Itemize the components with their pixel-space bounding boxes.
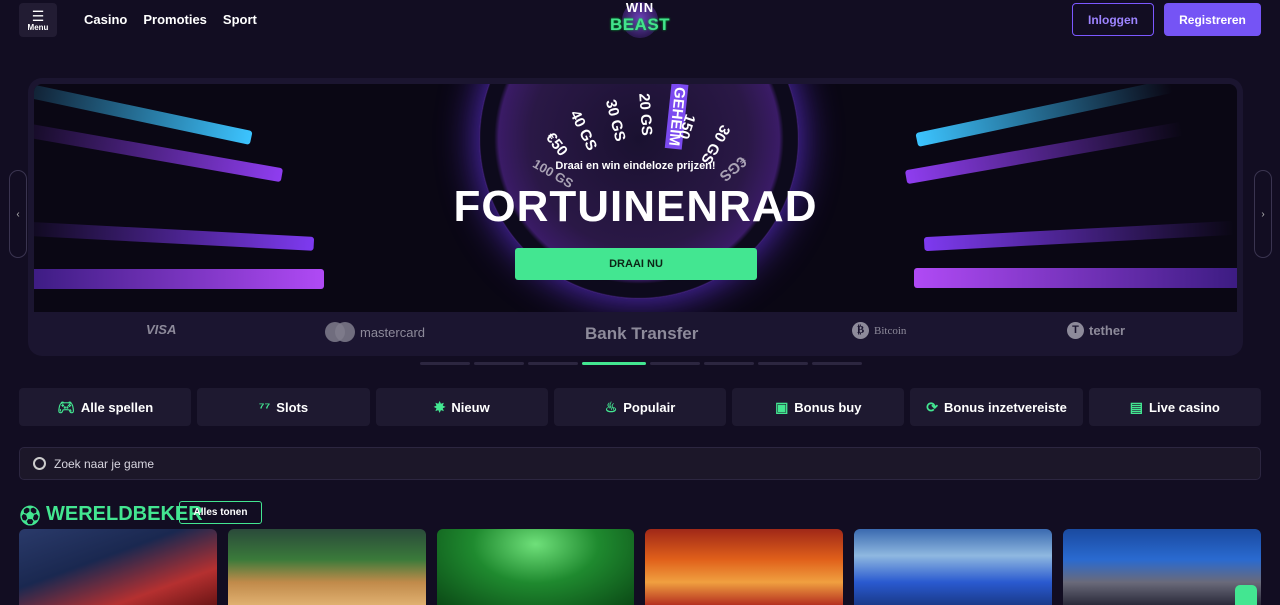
neon-stripe [34,269,324,289]
flame-icon: ♨ [604,398,618,415]
search-input[interactable] [54,456,454,471]
category-popular[interactable]: ♨ Populair [553,388,727,426]
chevron-left-icon: ‹ [16,208,20,220]
hamburger-icon: ☰ [31,7,45,24]
game-tile[interactable] [436,529,635,605]
carousel-dot[interactable] [528,362,578,365]
category-label: Slots [276,399,309,415]
carousel-dot[interactable] [474,362,524,365]
banner-subtitle: Draai en win eindeloze prijzen! [555,160,716,172]
game-tile[interactable] [645,529,844,605]
live-icon: ▤ [1129,398,1144,415]
neon-stripe [914,268,1237,288]
payment-mastercard: mastercard [325,322,425,342]
category-label: Live casino [1149,399,1220,415]
game-tile[interactable] [19,529,217,605]
visa-label: VISA [146,322,177,337]
bank-transfer-label: Bank Transfer [585,324,699,343]
category-bonus-wagering[interactable]: ⟳ Bonus inzetvereiste [910,388,1083,426]
payment-bank-transfer: Bank Transfer [585,324,698,344]
soccer-ball-icon: ⚽︎ [20,506,40,528]
game-tile[interactable] [1063,529,1261,605]
tether-label: tether [1089,323,1126,338]
logo-text-beast: BEAST [609,15,671,34]
carousel-indicators [420,362,862,366]
hero-banner: €50 40 GS 30 GS 20 GS GEHEIM 150 30 GS €… [28,78,1243,356]
chat-support-button[interactable] [1235,585,1257,605]
main-nav: Casino Promoties Sport [84,12,257,27]
wheel-segment: 20 GS [635,92,656,137]
game-grid [19,529,1261,605]
category-label: Bonus inzetvereiste [944,399,1067,415]
nav-sport[interactable]: Sport [223,12,257,27]
gift-icon: ▣ [775,398,789,415]
carousel-dot[interactable] [812,362,862,365]
banner-image[interactable]: €50 40 GS 30 GS 20 GS GEHEIM 150 30 GS €… [34,84,1237,312]
category-label: Nieuw [451,399,490,415]
bitcoin-label: Bitcoin [874,324,907,337]
bitcoin-icon: ₿ [852,322,869,339]
carousel-dot[interactable] [420,362,470,365]
banner-title: FORTUINENRAD [453,182,818,231]
carousel-dot-active[interactable] [582,362,646,365]
category-bonus-buy[interactable]: ▣ Bonus buy [732,388,905,426]
menu-button[interactable]: ☰ Menu [19,3,57,37]
game-search-bar[interactable] [19,447,1261,480]
section-header-worldcup: ⚽︎ WERELDBEKER [20,500,203,529]
category-all-games[interactable]: 🎮︎ Alle spellen [19,388,192,426]
nav-casino[interactable]: Casino [84,12,127,27]
tether-icon: T [1067,322,1084,339]
gamepad-icon: 🎮︎ [57,398,75,415]
payment-tether: T tether [1067,322,1125,339]
category-label: Populair [623,399,676,415]
carousel-dot[interactable] [758,362,808,365]
logo-text-win: WIN [625,0,655,15]
chevron-right-icon: › [1261,208,1265,220]
category-live-casino[interactable]: ▤ Live casino [1088,388,1261,426]
category-label: Alle spellen [80,399,154,415]
register-button[interactable]: Registreren [1164,3,1261,36]
carousel-dot[interactable] [704,362,754,365]
payment-bitcoin: ₿ Bitcoin [852,322,906,339]
carousel-prev-button[interactable]: ‹ [9,170,27,258]
payment-visa: VISA [146,322,176,337]
show-all-button[interactable]: Alles tonen [179,501,262,524]
coin-cycle-icon: ⟳ [926,398,938,415]
login-button[interactable]: Inloggen [1072,3,1154,36]
mastercard-label: mastercard [360,324,426,340]
game-tile[interactable] [854,529,1053,605]
site-logo[interactable]: WIN BEAST [600,0,680,40]
slots-icon: ⁷⁷ [258,399,271,415]
search-icon [33,457,46,470]
new-badge-icon: ✸ [433,398,446,415]
payment-methods: VISA mastercard Bank Transfer ₿ Bitcoin … [28,314,1243,350]
category-label: Bonus buy [794,399,862,415]
game-tile[interactable] [227,529,426,605]
category-bar: 🎮︎ Alle spellen ⁷⁷ Slots ✸ Nieuw ♨ Populair … [19,388,1261,426]
carousel-dot[interactable] [650,362,700,365]
nav-promoties[interactable]: Promoties [143,12,207,27]
menu-label: Menu [27,22,49,32]
top-header: ☰ Menu Casino Promoties Sport WIN BEAST … [0,0,1280,40]
mastercard-icon [325,322,355,342]
category-slots[interactable]: ⁷⁷ Slots [197,388,370,426]
spin-now-button[interactable]: DRAAI NU [515,248,757,280]
category-new[interactable]: ✸ Nieuw [375,388,548,426]
carousel-next-button[interactable]: › [1254,170,1272,258]
